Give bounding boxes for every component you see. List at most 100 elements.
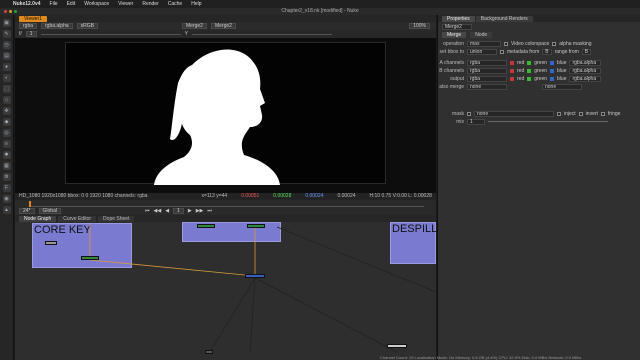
image-tool-icon[interactable]: ▣: [2, 19, 11, 27]
also-merge-dropdown-2[interactable]: none: [542, 83, 582, 90]
b-channels-label: B channels: [439, 67, 464, 74]
draw-tool-icon[interactable]: ✎: [2, 30, 11, 38]
playhead[interactable]: [29, 201, 31, 207]
node-name-field[interactable]: Merge2: [442, 23, 472, 30]
out-alpha-dropdown[interactable]: rgba.alpha: [569, 75, 602, 82]
b-alpha-dropdown[interactable]: rgba.alpha: [569, 67, 602, 74]
node-merge2[interactable]: [245, 274, 265, 278]
other-tool-icon[interactable]: ⚙: [2, 173, 11, 181]
set-bbox-dropdown[interactable]: union: [467, 48, 497, 55]
app-menu[interactable]: Nuke12.0v4: [13, 1, 41, 7]
mask-checkbox[interactable]: [467, 111, 471, 116]
output-dropdown[interactable]: rgba: [467, 75, 507, 82]
node-graph-canvas[interactable]: CORE KEY DESPILL: [15, 222, 437, 360]
close-window-icon[interactable]: [4, 10, 7, 13]
metadata-from-checkbox[interactable]: [500, 49, 504, 54]
tab-background-renders[interactable]: Background Renders: [475, 16, 533, 22]
gain-icon[interactable]: f/: [19, 31, 22, 37]
fringe-checkbox[interactable]: [600, 111, 605, 116]
keyer-tool-icon[interactable]: ⬚: [2, 85, 11, 93]
prev-key-icon[interactable]: ◀◀: [153, 208, 161, 214]
tab-node[interactable]: Node: [470, 31, 493, 38]
first-frame-icon[interactable]: ⏮: [145, 208, 150, 214]
mix-field[interactable]: 1: [467, 118, 485, 125]
mask-dropdown[interactable]: none: [474, 110, 554, 117]
alpha-channel-dropdown[interactable]: rgba.alpha: [41, 23, 73, 29]
menu-cache[interactable]: Cache: [168, 1, 182, 7]
a-blue-checkbox[interactable]: [550, 60, 555, 65]
node-viewer1[interactable]: [387, 344, 407, 348]
node-keyer-2[interactable]: [197, 224, 215, 228]
metadata-tool-icon[interactable]: ≡: [2, 140, 11, 148]
a-green-checkbox[interactable]: [527, 60, 532, 65]
mix-slider[interactable]: [488, 121, 608, 122]
gamma-slider[interactable]: [191, 33, 332, 35]
menu-file[interactable]: File: [50, 1, 58, 7]
gain-field[interactable]: 1: [25, 31, 37, 37]
merge-tool-icon[interactable]: ◇: [2, 96, 11, 104]
a-channels-dropdown[interactable]: rgba: [467, 59, 507, 66]
zoom-window-icon[interactable]: [14, 10, 17, 13]
viewer-canvas[interactable]: [15, 38, 436, 193]
gain-slider[interactable]: [40, 33, 181, 35]
alpha-masking-checkbox[interactable]: [552, 41, 557, 46]
range-mode-dropdown[interactable]: Global: [38, 208, 61, 214]
frame-field[interactable]: 1: [173, 208, 184, 214]
menu-render[interactable]: Render: [142, 1, 158, 7]
pixel-alpha: 0.00024: [337, 193, 356, 199]
range-from-dropdown[interactable]: B: [581, 48, 592, 55]
tab-properties[interactable]: Properties: [442, 16, 475, 22]
node-keyer[interactable]: [81, 256, 99, 260]
colorspace-dropdown[interactable]: sRGB: [76, 23, 98, 29]
also-merge-dropdown[interactable]: none: [467, 83, 507, 90]
channel-tool-icon[interactable]: ▤: [2, 52, 11, 60]
b-red-checkbox[interactable]: [510, 68, 514, 73]
play-icon[interactable]: ▶: [188, 208, 192, 214]
toolsets-tool-icon[interactable]: ▦: [2, 162, 11, 170]
out-blue-checkbox[interactable]: [550, 76, 555, 81]
video-colorspace-checkbox[interactable]: [504, 41, 508, 46]
zoom-dropdown[interactable]: 100%: [409, 23, 430, 29]
views-tool-icon[interactable]: ◎: [2, 129, 11, 137]
menu-workspace[interactable]: Workspace: [84, 1, 109, 7]
cara-tool-icon[interactable]: ◉: [2, 195, 11, 203]
node-read[interactable]: [45, 241, 57, 245]
metadata-from-dropdown[interactable]: B: [542, 48, 552, 55]
particles-tool-icon[interactable]: ✱: [2, 151, 11, 159]
input-a-dropdown[interactable]: Merge2: [182, 23, 207, 29]
b-channels-dropdown[interactable]: rgba: [467, 67, 507, 74]
gamma-icon[interactable]: Y: [185, 31, 188, 37]
node-dot-1[interactable]: [205, 350, 213, 354]
time-tool-icon[interactable]: ◷: [2, 41, 11, 49]
menu-help[interactable]: Help: [191, 1, 201, 7]
out-green-checkbox[interactable]: [527, 76, 532, 81]
operation-dropdown[interactable]: max: [467, 40, 501, 47]
viewer-tab-bar: Viewer1: [15, 15, 436, 22]
play-back-icon[interactable]: ◀: [165, 208, 169, 214]
color-tool-icon[interactable]: ●: [2, 63, 11, 71]
next-key-icon[interactable]: ▶▶: [196, 208, 204, 214]
channels-dropdown[interactable]: rgba: [19, 23, 38, 29]
transform-tool-icon[interactable]: ✥: [2, 107, 11, 115]
a-red-checkbox[interactable]: [510, 60, 514, 65]
input-b-dropdown[interactable]: Merge2: [210, 23, 236, 29]
menu-viewer[interactable]: Viewer: [118, 1, 133, 7]
fps-dropdown[interactable]: 24*: [19, 208, 35, 214]
minimize-window-icon[interactable]: [9, 10, 12, 13]
filter-tool-icon[interactable]: ◐: [2, 74, 11, 82]
out-red-checkbox[interactable]: [510, 76, 514, 81]
furnace-tool-icon[interactable]: F: [2, 184, 11, 192]
timeline-ruler[interactable]: [29, 202, 424, 207]
timeline: 24* Global ⏮ ◀◀ ◀ 1 ▶ ▶▶ ⏭: [15, 200, 436, 215]
last-frame-icon[interactable]: ⏭: [207, 208, 212, 214]
inject-checkbox[interactable]: [557, 111, 561, 116]
3d-tool-icon[interactable]: ◆: [2, 118, 11, 126]
node-keyer-3[interactable]: [247, 224, 265, 228]
invert-checkbox[interactable]: [578, 111, 583, 116]
b-green-checkbox[interactable]: [527, 68, 532, 73]
a-alpha-dropdown[interactable]: rgba.alpha: [569, 59, 602, 66]
menu-edit[interactable]: Edit: [67, 1, 76, 7]
b-blue-checkbox[interactable]: [550, 68, 555, 73]
tab-merge[interactable]: Merge: [442, 31, 467, 38]
ocula-tool-icon[interactable]: ▲: [2, 206, 11, 214]
